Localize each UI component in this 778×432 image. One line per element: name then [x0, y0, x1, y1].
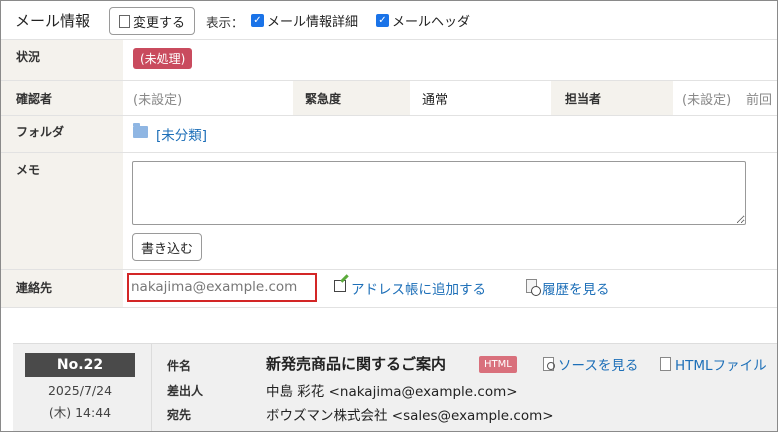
- view-source-link[interactable]: ソースを見る: [558, 354, 638, 374]
- mail-time: (木) 14:44: [48, 405, 112, 420]
- status-row: 状況 (未処理): [1, 40, 777, 81]
- urgency-value[interactable]: 通常: [422, 89, 448, 108]
- folder-label: フォルダ: [16, 125, 65, 139]
- header-checkbox-label: メールヘッダ: [392, 15, 471, 30]
- mail-info-toolbar: メール情報 変更する 表示： ✓ メール情報詳細 ✓ メールヘッダ: [1, 1, 777, 40]
- write-button[interactable]: 書き込む: [132, 233, 202, 261]
- page-title: メール情報: [15, 12, 91, 30]
- add-to-address-book-link[interactable]: アドレス帳に追加する: [351, 278, 486, 298]
- contact-row: 連絡先 nakajima@example.com アドレス帳に追加する 履歴を見…: [1, 270, 777, 308]
- checkmark-icon: ✓: [376, 14, 389, 27]
- to-label: 宛先: [167, 408, 192, 422]
- view-source-icon: [543, 357, 555, 371]
- memo-label: メモ: [16, 163, 41, 177]
- from-label: 差出人: [167, 384, 204, 398]
- status-label: 状況: [16, 50, 41, 64]
- history-icon: [526, 279, 541, 296]
- view-history-link[interactable]: 履歴を見る: [542, 278, 610, 298]
- document-icon: [118, 14, 130, 28]
- change-button[interactable]: 変更する: [109, 7, 195, 35]
- assignee-label: 担当者: [565, 92, 602, 106]
- mail-number: No.22: [25, 353, 135, 377]
- edit-icon: [334, 280, 346, 292]
- detail-checkbox[interactable]: ✓ メール情報詳細: [251, 11, 358, 30]
- folder-icon: [133, 123, 148, 138]
- mail-card: No.22 2025/7/24 (木) 14:44 件名 新発売商品に関するご案…: [13, 343, 777, 431]
- subject-label: 件名: [167, 359, 192, 373]
- folder-link[interactable]: [未分類]: [156, 124, 207, 144]
- status-badge[interactable]: (未処理): [133, 48, 193, 69]
- mail-to: ボウズマン株式会社 <sales@example.com>: [266, 408, 554, 424]
- html-file-link[interactable]: HTMLファイル: [675, 354, 767, 374]
- html-badge: HTML: [479, 356, 517, 373]
- header-checkbox[interactable]: ✓ メールヘッダ: [376, 11, 470, 30]
- assignee-value[interactable]: (未設定): [682, 89, 731, 108]
- display-label: 表示：: [206, 15, 244, 30]
- previous-label[interactable]: 前回: [746, 89, 772, 108]
- memo-row: メモ 書き込む: [1, 153, 777, 270]
- detail-checkbox-label: メール情報詳細: [267, 15, 359, 30]
- mail-subject: 新発売商品に関するご案内: [266, 355, 447, 373]
- urgency-label: 緊急度: [305, 92, 342, 106]
- confirm-label: 確認者: [16, 92, 53, 106]
- contact-email[interactable]: nakajima@example.com: [131, 279, 297, 295]
- change-button-label: 変更する: [132, 14, 185, 30]
- folder-row: フォルダ [未分類]: [1, 116, 777, 153]
- file-icon: [660, 357, 671, 371]
- confirm-row: 確認者 (未設定) 緊急度 通常 担当者 (未設定) 前回: [1, 81, 777, 116]
- mail-date: 2025/7/24: [47, 383, 113, 398]
- confirm-value[interactable]: (未設定): [133, 89, 182, 108]
- mail-info-window: メール情報 変更する 表示： ✓ メール情報詳細 ✓ メールヘッダ 状況 (未処…: [0, 0, 778, 432]
- memo-textarea[interactable]: [132, 161, 746, 225]
- contact-label: 連絡先: [16, 281, 53, 295]
- checkmark-icon: ✓: [251, 14, 264, 27]
- mail-from: 中島 彩花 <nakajima@example.com>: [266, 384, 518, 400]
